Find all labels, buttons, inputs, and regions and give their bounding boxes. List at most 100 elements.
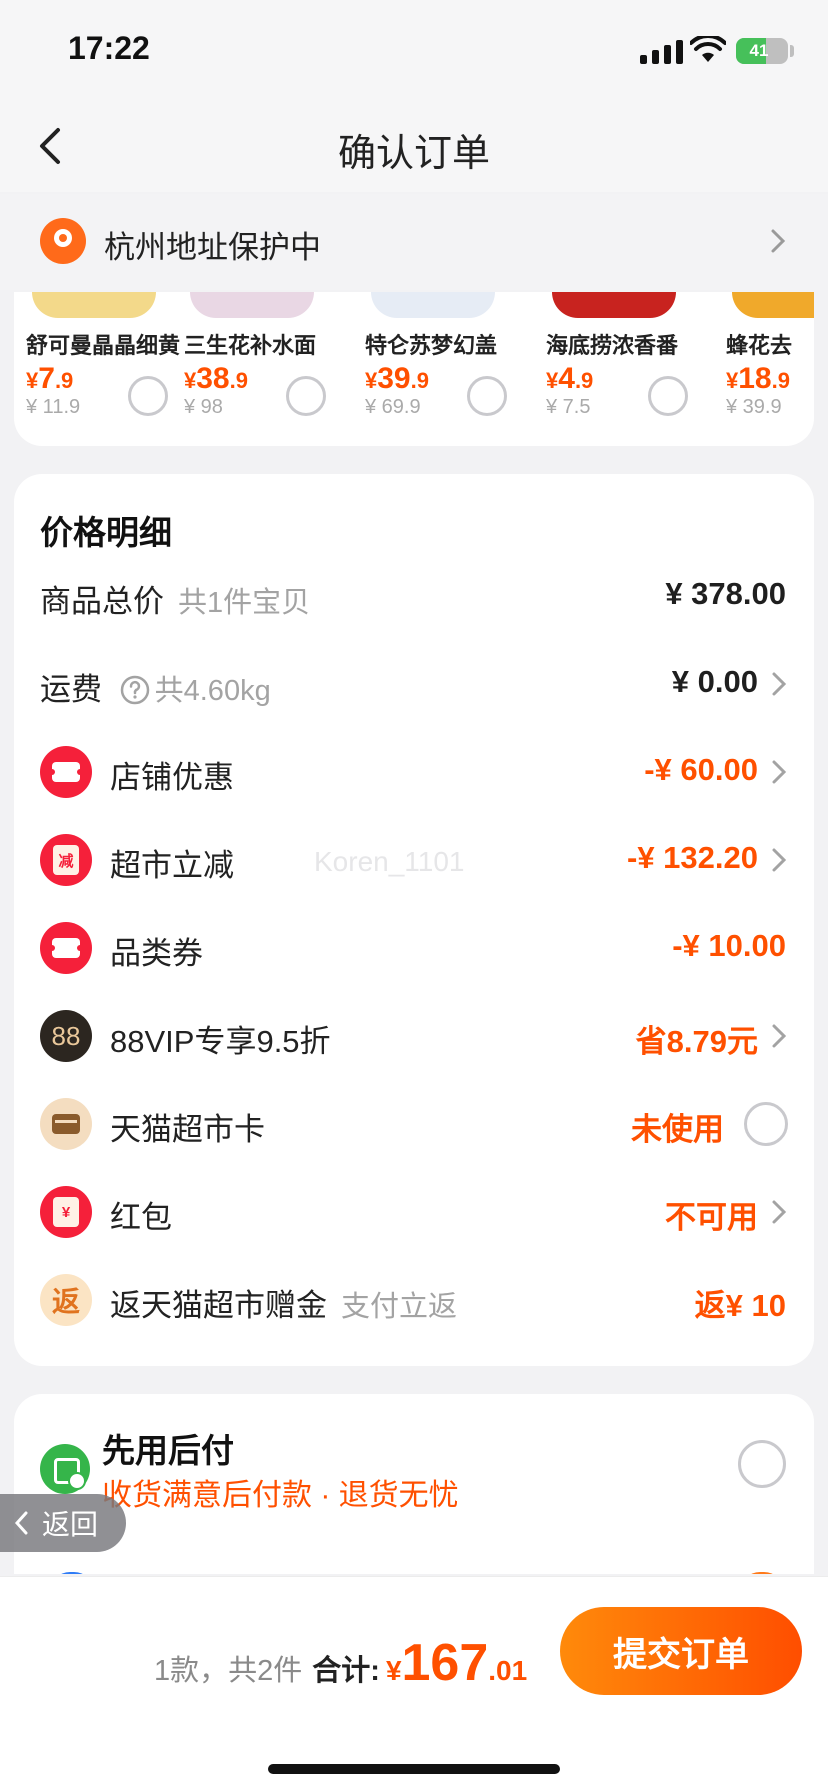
chevron-right-icon	[772, 848, 787, 872]
chevron-left-icon	[14, 1511, 28, 1535]
address-text: 杭州地址保护中	[104, 230, 321, 265]
row-value: -¥ 132.20	[627, 840, 758, 875]
product-name: 海底捞浓香番	[546, 333, 679, 358]
pay-later-radio[interactable]	[738, 1440, 786, 1488]
card-icon	[40, 1098, 92, 1150]
product-item[interactable]: 海底捞浓香番 ¥4.9 ¥ 7.5	[534, 292, 714, 446]
home-indicator	[268, 1764, 560, 1774]
status-time: 17:22	[68, 30, 150, 66]
product-price: ¥38.9	[184, 362, 248, 395]
product-image	[190, 292, 314, 318]
page-title: 确认订单	[337, 133, 490, 175]
shopping-bag-icon	[40, 1444, 90, 1494]
row-value: ¥ 0.00	[671, 664, 758, 699]
coupon-ticket-icon	[40, 746, 92, 798]
row-sub: 支付立返	[341, 1291, 458, 1323]
row-value: 返¥ 10	[694, 1288, 786, 1323]
product-price: ¥39.9	[365, 362, 429, 395]
status-bar: 17:22 41	[0, 0, 828, 100]
product-name: 舒可曼晶晶细黄	[26, 333, 181, 358]
payment-radio-selected	[740, 1572, 784, 1574]
pay-later-title: 先用后付	[102, 1432, 234, 1469]
product-name: 特仑苏梦幻盖	[365, 333, 498, 358]
signal-icon	[640, 40, 683, 64]
chevron-right-icon	[772, 760, 787, 784]
chevron-right-icon	[772, 1200, 787, 1224]
total-label: 合计:	[312, 1655, 380, 1687]
row-goods-total: 商品总价 共1件宝贝 ¥ 378.00	[14, 556, 814, 636]
product-original-price: ¥ 69.9	[365, 396, 421, 418]
section-title: 价格明细	[40, 514, 172, 551]
product-original-price: ¥ 39.9	[726, 396, 782, 418]
product-item[interactable]: 舒可曼晶晶细黄 ¥7.9 ¥ 11.9	[14, 292, 194, 446]
row-sub: 共4.60kg	[154, 675, 271, 707]
coupon-ticket-icon	[40, 922, 92, 974]
question-icon[interactable]	[119, 674, 151, 706]
chevron-right-icon	[772, 672, 787, 696]
order-summary: 1款，共2件 合计: ¥ 167 .01	[154, 1633, 527, 1693]
total-integer: 167	[401, 1634, 489, 1692]
item-count: 1款，共2件	[154, 1655, 303, 1687]
product-select-radio[interactable]	[467, 376, 507, 416]
product-item[interactable]: 特仑苏梦幻盖 ¥39.9 ¥ 69.9	[353, 292, 533, 446]
product-original-price: ¥ 11.9	[26, 396, 81, 418]
row-red-packet[interactable]: ¥ 红包 不可用	[14, 1172, 814, 1252]
row-shipping[interactable]: 运费 共4.60kg ¥ 0.00	[14, 644, 814, 724]
red-packet-icon: ¥	[40, 1186, 92, 1238]
return-button[interactable]: 返回	[0, 1494, 126, 1552]
row-value: ¥ 378.00	[665, 576, 786, 611]
submit-order-button[interactable]: 提交订单	[560, 1607, 802, 1695]
row-label: 超市立减	[110, 848, 234, 883]
chevron-right-icon	[771, 229, 786, 253]
row-label: 返天猫超市赠金	[110, 1288, 327, 1323]
product-image	[552, 292, 676, 318]
address-bar[interactable]: 杭州地址保护中	[0, 194, 828, 290]
product-select-radio[interactable]	[286, 376, 326, 416]
product-price: ¥7.9	[26, 362, 74, 395]
product-image	[32, 292, 156, 318]
product-item[interactable]: 蜂花去 ¥18.9 ¥ 39.9	[714, 292, 814, 446]
row-store-discount[interactable]: 店铺优惠 -¥ 60.00	[14, 732, 814, 812]
row-value: -¥ 10.00	[672, 928, 786, 963]
battery-icon: 41	[736, 38, 788, 64]
product-item[interactable]: 三生花补水面 ¥38.9 ¥ 98	[172, 292, 352, 446]
chevron-right-icon	[772, 1024, 787, 1048]
tmall-card-radio[interactable]	[744, 1102, 788, 1146]
row-value: 不可用	[665, 1200, 758, 1235]
row-value: 未使用	[631, 1112, 724, 1147]
price-detail-card: 价格明细 商品总价 共1件宝贝 ¥ 378.00 运费 共4.60kg ¥ 0.0…	[14, 474, 814, 1366]
vip-88-icon: 88	[40, 1010, 92, 1062]
row-value: -¥ 60.00	[644, 752, 758, 787]
cashback-icon: 返	[40, 1274, 92, 1326]
row-label: 店铺优惠	[110, 760, 234, 795]
pay-later-subtitle: 收货满意后付款 · 退货无忧	[102, 1479, 459, 1512]
row-tmall-card[interactable]: 天猫超市卡 未使用	[14, 1084, 814, 1164]
wifi-icon	[690, 36, 726, 62]
product-image	[732, 292, 814, 318]
watermark: Koren_1101	[314, 846, 465, 877]
total-currency: ¥	[385, 1655, 402, 1686]
row-label: 品类券	[110, 936, 203, 971]
row-cashback: 返 返天猫超市赠金 支付立返 返¥ 10	[14, 1260, 814, 1340]
row-label: 天猫超市卡	[110, 1112, 265, 1147]
product-name: 三生花补水面	[184, 333, 317, 358]
row-label: 商品总价	[40, 584, 164, 619]
nav-bar: 确认订单	[0, 100, 828, 192]
pay-later-card[interactable]: 先用后付 收货满意后付款 · 退货无忧	[14, 1394, 814, 1574]
discount-bag-icon: 减	[40, 834, 92, 886]
checkout-bar: 1款，共2件 合计: ¥ 167 .01 提交订单	[0, 1576, 828, 1792]
product-original-price: ¥ 98	[184, 396, 223, 418]
product-price: ¥18.9	[726, 362, 790, 395]
row-label: 88VIP专享9.5折	[110, 1024, 331, 1059]
return-label: 返回	[42, 1509, 99, 1540]
total-decimal: .01	[488, 1655, 528, 1686]
product-price: ¥4.9	[546, 362, 594, 395]
row-category-coupon: 品类券 -¥ 10.00	[14, 908, 814, 988]
product-select-radio[interactable]	[128, 376, 168, 416]
location-pin-icon	[40, 218, 86, 264]
row-value: 省8.79元	[635, 1024, 758, 1059]
row-88vip[interactable]: 88 88VIP专享9.5折 省8.79元	[14, 996, 814, 1076]
product-name: 蜂花去	[726, 333, 793, 358]
recommended-products: 舒可曼晶晶细黄 ¥7.9 ¥ 11.9 三生花补水面 ¥38.9 ¥ 98 特仑…	[14, 292, 814, 446]
product-select-radio[interactable]	[648, 376, 688, 416]
